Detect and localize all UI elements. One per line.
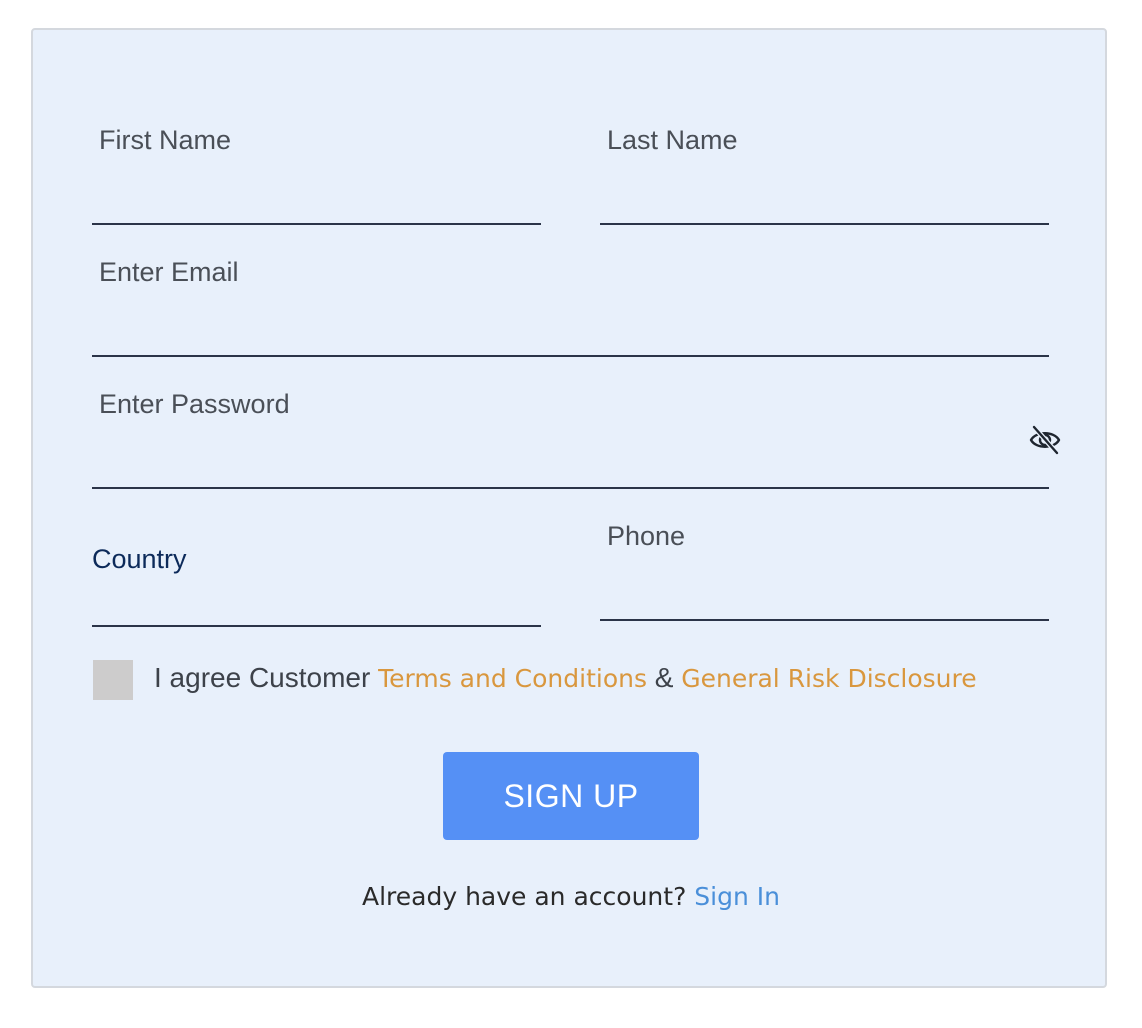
risk-disclosure-link[interactable]: General Risk Disclosure xyxy=(681,664,976,693)
agree-checkbox[interactable] xyxy=(93,660,133,700)
phone-label: Phone xyxy=(607,521,686,551)
agreement-text: I agree Customer Terms and Conditions & … xyxy=(154,664,977,692)
phone-input[interactable] xyxy=(601,572,1047,612)
password-label: Enter Password xyxy=(99,389,290,419)
agreement-prefix: I agree Customer xyxy=(154,662,379,693)
password-input[interactable] xyxy=(93,440,993,480)
first-name-label: First Name xyxy=(99,125,232,155)
signin-link[interactable]: Sign In xyxy=(694,882,780,911)
signin-prompt-text: Already have an account? xyxy=(361,882,695,911)
signin-prompt: Already have an account? Sign In xyxy=(33,882,1109,911)
signup-button[interactable]: SIGN UP xyxy=(443,752,699,840)
country-underline xyxy=(92,625,541,627)
last-name-underline xyxy=(600,223,1049,225)
password-underline xyxy=(92,487,1049,489)
first-name-underline xyxy=(92,223,541,225)
last-name-label: Last Name xyxy=(607,125,738,155)
email-label: Enter Email xyxy=(99,257,239,287)
last-name-input[interactable] xyxy=(601,176,1047,216)
terms-link[interactable]: Terms and Conditions xyxy=(378,664,647,693)
first-name-input[interactable] xyxy=(93,176,539,216)
eye-slash-icon[interactable] xyxy=(1028,423,1062,457)
agreement-separator: & xyxy=(646,662,682,693)
email-input[interactable] xyxy=(93,308,1047,348)
email-underline xyxy=(92,355,1049,357)
country-input[interactable] xyxy=(93,578,539,618)
signup-form-card: First Name Last Name Enter Email Enter P… xyxy=(31,28,1107,988)
country-label: Country xyxy=(92,544,187,574)
phone-underline xyxy=(600,619,1049,621)
